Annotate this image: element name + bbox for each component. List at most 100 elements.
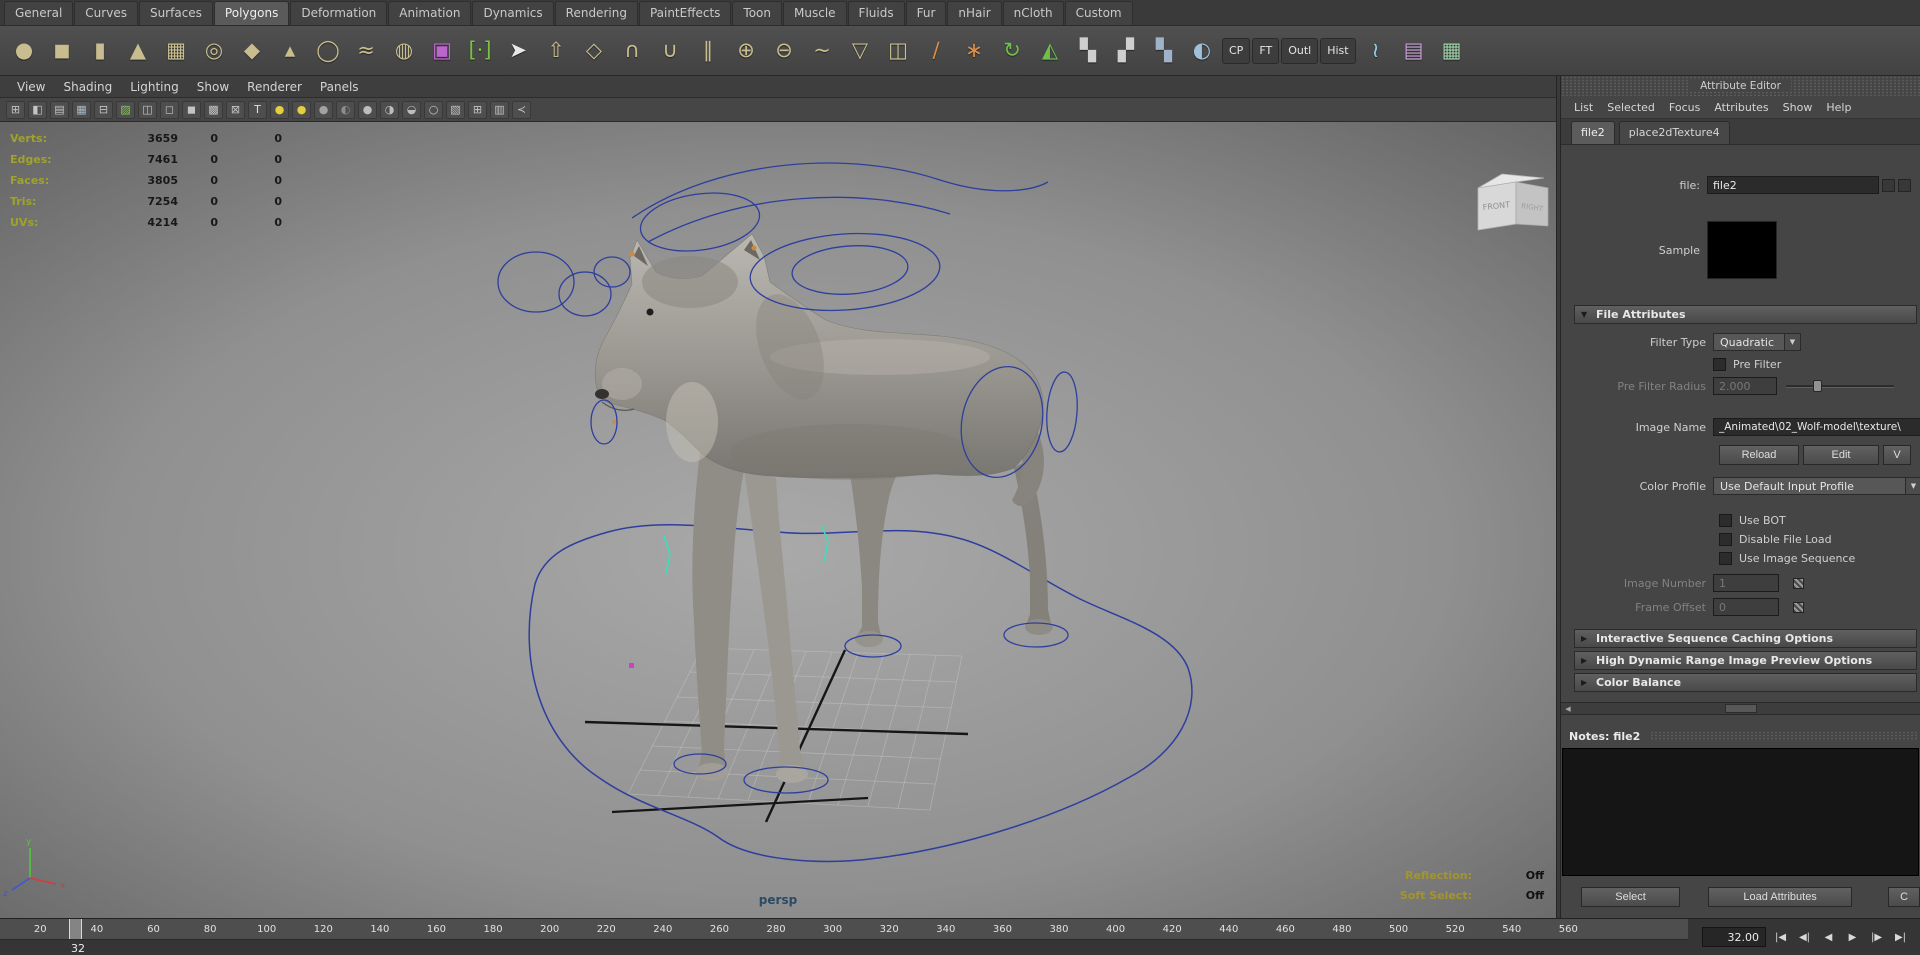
- poly-plane-icon[interactable]: ▦: [158, 33, 194, 69]
- pane-layout-icon[interactable]: ⊞: [468, 100, 487, 119]
- paint-select-tool-icon[interactable]: [·]: [462, 33, 498, 69]
- pre-filter-checkbox[interactable]: [1713, 357, 1726, 371]
- 2d-pan-zoom-icon[interactable]: ⊟: [94, 100, 113, 119]
- poly-torus-icon[interactable]: ◎: [196, 33, 232, 69]
- gate-mask-icon[interactable]: ◼: [182, 100, 201, 119]
- select-button[interactable]: Select: [1581, 887, 1681, 907]
- attribute-editor-tab[interactable]: place2dTexture4: [1618, 121, 1730, 144]
- texture-map-icon[interactable]: [1793, 601, 1804, 613]
- grease-pencil-icon[interactable]: ▨: [116, 100, 135, 119]
- split-polygon-icon[interactable]: ∕: [918, 33, 954, 69]
- select-camera-icon[interactable]: ⊞: [6, 100, 25, 119]
- flip-triangle-icon[interactable]: ◭: [1032, 33, 1068, 69]
- ft-shelf-button[interactable]: FT: [1252, 37, 1280, 64]
- pre-filter-radius-slider[interactable]: [1786, 379, 1894, 393]
- viewport-menu-item[interactable]: Panels: [311, 80, 368, 94]
- view-button[interactable]: V: [1883, 445, 1911, 465]
- checker-c-icon[interactable]: ▚: [1146, 33, 1182, 69]
- uv-texture-editor-icon[interactable]: ▦: [1434, 33, 1470, 69]
- attribute-editor-tab[interactable]: file2: [1571, 121, 1615, 144]
- isolate-select-icon[interactable]: ▧: [446, 100, 465, 119]
- shelf-tab[interactable]: nCloth: [1002, 1, 1064, 25]
- smooth-icon[interactable]: ~: [804, 33, 840, 69]
- outliner-shelf-button[interactable]: Outl: [1281, 37, 1319, 64]
- image-name-field[interactable]: [1713, 418, 1920, 436]
- go-to-end-button[interactable]: ▶|: [1889, 926, 1912, 948]
- image-number-field[interactable]: [1713, 574, 1779, 592]
- scrollbar-grip[interactable]: [1724, 704, 1757, 713]
- attribute-editor-menu-item[interactable]: Help: [1819, 101, 1858, 114]
- presets-button[interactable]: [1898, 178, 1911, 192]
- poly-prism-icon[interactable]: ◆: [234, 33, 270, 69]
- texture-map-icon[interactable]: [1793, 577, 1804, 589]
- color-profile-dropdown[interactable]: Use Default Input Profile ▼: [1713, 477, 1920, 495]
- safe-action-icon[interactable]: ⊠: [226, 100, 245, 119]
- lock-camera-icon[interactable]: ◧: [28, 100, 47, 119]
- safe-title-icon[interactable]: T: [248, 100, 267, 119]
- shelf-tab[interactable]: Toon: [732, 1, 783, 25]
- poly-sphere-icon[interactable]: ●: [6, 33, 42, 69]
- reduce-icon[interactable]: ▽: [842, 33, 878, 69]
- merge-vertices-icon[interactable]: ∗: [956, 33, 992, 69]
- viewport-menu-item[interactable]: Show: [188, 80, 238, 94]
- poly-cone-icon[interactable]: ▲: [120, 33, 156, 69]
- attribute-editor-menu-item[interactable]: Show: [1776, 101, 1820, 114]
- share-view-icon[interactable]: ≺: [512, 100, 531, 119]
- no-lights-icon[interactable]: ●: [314, 100, 333, 119]
- shelf-tab[interactable]: Animation: [388, 1, 472, 25]
- shelf-tab[interactable]: nHair: [947, 1, 1002, 25]
- play-forwards-button[interactable]: ▶: [1841, 926, 1864, 948]
- go-to-start-button[interactable]: |◀: [1769, 926, 1792, 948]
- step-back-button[interactable]: ◀|: [1793, 926, 1816, 948]
- spin-edge-icon[interactable]: ↻: [994, 33, 1030, 69]
- viewport-menu-item[interactable]: Renderer: [238, 80, 311, 94]
- attribute-editor-menu-item[interactable]: Focus: [1662, 101, 1707, 114]
- current-time-field[interactable]: [1702, 927, 1766, 947]
- bevel-icon[interactable]: ◇: [576, 33, 612, 69]
- poly-cylinder-icon[interactable]: ▮: [82, 33, 118, 69]
- shelf-tab[interactable]: Fluids: [847, 1, 905, 25]
- default-material-icon[interactable]: ◒: [402, 100, 421, 119]
- poly-pyramid-icon[interactable]: ▴: [272, 33, 308, 69]
- shelf-tab[interactable]: Surfaces: [138, 1, 213, 25]
- select-arrow-icon[interactable]: ➤: [500, 33, 536, 69]
- xray-icon[interactable]: ○: [424, 100, 443, 119]
- load-attributes-button[interactable]: Load Attributes: [1708, 887, 1853, 907]
- slider-handle[interactable]: [1813, 380, 1822, 392]
- shadows-icon[interactable]: ◐: [336, 100, 355, 119]
- history-shelf-button[interactable]: Hist: [1320, 37, 1356, 64]
- separate-icon[interactable]: ∥: [690, 33, 726, 69]
- shaded-display-icon[interactable]: ●: [358, 100, 377, 119]
- poly-helix-icon[interactable]: ≈: [348, 33, 384, 69]
- cp-shelf-button[interactable]: CP: [1222, 37, 1251, 64]
- reload-button[interactable]: Reload: [1719, 445, 1799, 465]
- checker-a-icon[interactable]: ▚: [1070, 33, 1106, 69]
- bridge-icon[interactable]: ∩: [614, 33, 650, 69]
- viewport-menu-item[interactable]: Lighting: [121, 80, 188, 94]
- shelf-tab[interactable]: Fur: [905, 1, 947, 25]
- film-gate-icon[interactable]: ◫: [138, 100, 157, 119]
- field-chart-icon[interactable]: ▩: [204, 100, 223, 119]
- filter-type-dropdown[interactable]: Quadratic ▼: [1713, 333, 1801, 351]
- graph-editor-icon[interactable]: ≀: [1358, 33, 1394, 69]
- shelf-tab[interactable]: Polygons: [213, 1, 290, 25]
- poly-soccer-ball-icon[interactable]: ◍: [386, 33, 422, 69]
- boolean-difference-icon[interactable]: ⊖: [766, 33, 802, 69]
- edit-button[interactable]: Edit: [1803, 445, 1879, 465]
- sample-swatch[interactable]: [1707, 221, 1777, 279]
- timeline[interactable]: 20 40 60 80 100 120 140 160 180 200 220 …: [0, 919, 1688, 940]
- mirror-geometry-icon[interactable]: ◫: [880, 33, 916, 69]
- use-image-sequence-checkbox[interactable]: [1719, 552, 1732, 565]
- extrude-icon[interactable]: ⇧: [538, 33, 574, 69]
- combine-icon[interactable]: ∪: [652, 33, 688, 69]
- viewport-3d[interactable]: FRONT RIGHT y x z Verts: 3659 0 0 Edges:…: [0, 122, 1556, 918]
- viewport-menu-item[interactable]: Shading: [54, 80, 121, 94]
- attribute-editor-menu-item[interactable]: List: [1567, 101, 1600, 114]
- play-backwards-button[interactable]: ◀: [1817, 926, 1840, 948]
- poly-cube-icon[interactable]: ◼: [44, 33, 80, 69]
- collapsed-section-header[interactable]: ▶ Color Balance: [1574, 673, 1917, 692]
- use-bot-checkbox[interactable]: [1719, 514, 1732, 527]
- boolean-union-icon[interactable]: ⊕: [728, 33, 764, 69]
- poly-pipe-icon[interactable]: ◯: [310, 33, 346, 69]
- checker-b-icon[interactable]: ▞: [1108, 33, 1144, 69]
